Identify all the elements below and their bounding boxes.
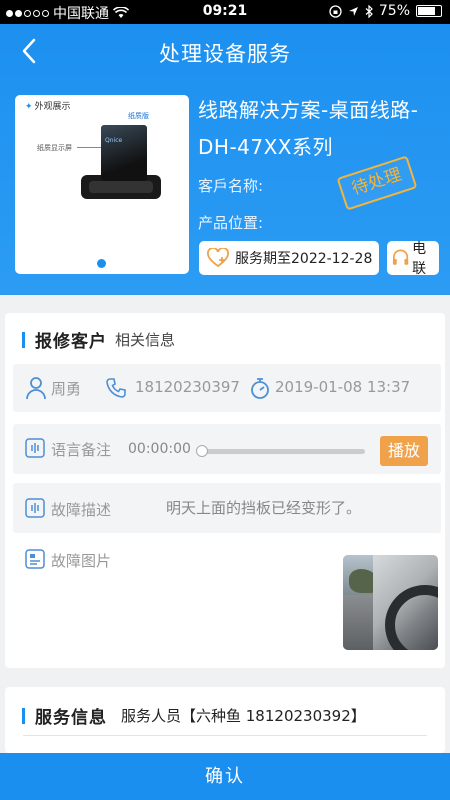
callout-line xyxy=(77,147,101,148)
image-tag-label: 外观展示 xyxy=(34,102,71,112)
confirm-button[interactable]: 确认 xyxy=(0,753,450,800)
service-info-card: 服务信息 服务人员【六种鱼 18120230392】 xyxy=(5,687,445,753)
contact-button[interactable]: 电联 xyxy=(387,241,439,277)
customer-phone[interactable]: 18120230397 xyxy=(135,378,240,396)
audio-time: 00:00:00 xyxy=(128,441,191,457)
carousel-indicator[interactable] xyxy=(97,259,106,268)
service-period-text: 服务期至2022-12-28 xyxy=(235,251,373,267)
contact-label: 电联 xyxy=(412,241,427,277)
device-monitor: Qnice xyxy=(101,125,147,181)
location-icon xyxy=(348,6,358,16)
stopwatch-icon xyxy=(251,378,269,399)
fault-image-label: 故障图片 xyxy=(51,552,112,570)
phone-icon[interactable] xyxy=(105,377,127,399)
customer-info-row: 周勇 18120230397 2019-01-08 13:37 xyxy=(13,364,441,412)
headset-icon xyxy=(392,249,409,265)
document-icon xyxy=(25,498,45,518)
fault-description-text: 明天上面的挡板已经变形了。 xyxy=(166,499,362,517)
service-section-title: 服务信息 xyxy=(35,708,107,728)
service-period-badge: 服务期至2022-12-28 xyxy=(199,241,379,275)
repair-datetime: 2019-01-08 13:37 xyxy=(275,378,411,396)
repair-customer-card: 报修客户 相关信息 周勇 18120230397 2019-01-08 13:3… xyxy=(5,313,445,668)
divider xyxy=(23,735,427,736)
person-icon xyxy=(26,377,46,400)
image-icon xyxy=(25,549,45,569)
battery-icon xyxy=(416,5,442,17)
bluetooth-icon xyxy=(365,4,373,18)
section-title: 报修客户 xyxy=(35,332,107,352)
rotation-lock-icon xyxy=(329,4,342,18)
product-name: 线路解决方案-桌面线路-DH-47XX系列 xyxy=(198,98,419,159)
battery-percent: 75% xyxy=(378,3,410,19)
voice-icon xyxy=(25,438,45,458)
section-subtitle: 相关信息 xyxy=(115,331,176,349)
status-bar: 中国联通 09:21 75% xyxy=(0,0,450,24)
customer-name: 周勇 xyxy=(51,380,82,398)
sparkle-icon: ✦ xyxy=(25,102,33,112)
audio-progress-knob[interactable] xyxy=(196,445,208,457)
fault-description-row: 故障描述 明天上面的挡板已经变形了。 xyxy=(13,483,441,533)
page-title: 处理设备服务 xyxy=(159,42,291,66)
image-subtag: 纸质版 xyxy=(128,112,149,120)
play-button[interactable]: 播放 xyxy=(380,436,428,466)
section-accent-bar xyxy=(22,331,25,348)
nav-bar: 处理设备服务 xyxy=(0,24,450,80)
product-image-carousel[interactable]: ✦ 外观展示 纸质版 纸质显示屏 Qnice xyxy=(15,95,189,274)
image-callout-label: 纸质显示屏 xyxy=(37,144,72,152)
product-location-label: 产品位置: xyxy=(198,214,264,232)
fault-description-label: 故障描述 xyxy=(51,501,112,519)
voice-note-label: 语言备注 xyxy=(51,441,112,459)
customer-name-label: 客戶名称: xyxy=(198,177,264,195)
service-staff-text: 服务人员【六种鱼 18120230392】 xyxy=(121,707,366,725)
audio-progress-track[interactable] xyxy=(201,449,365,454)
voice-note-row: 语言备注 00:00:00 播放 xyxy=(13,424,441,474)
fault-photo-thumbnail[interactable] xyxy=(343,555,438,650)
screen-text: Qnice xyxy=(105,137,123,144)
section-accent-bar xyxy=(22,707,25,724)
heart-plus-icon xyxy=(207,248,229,268)
